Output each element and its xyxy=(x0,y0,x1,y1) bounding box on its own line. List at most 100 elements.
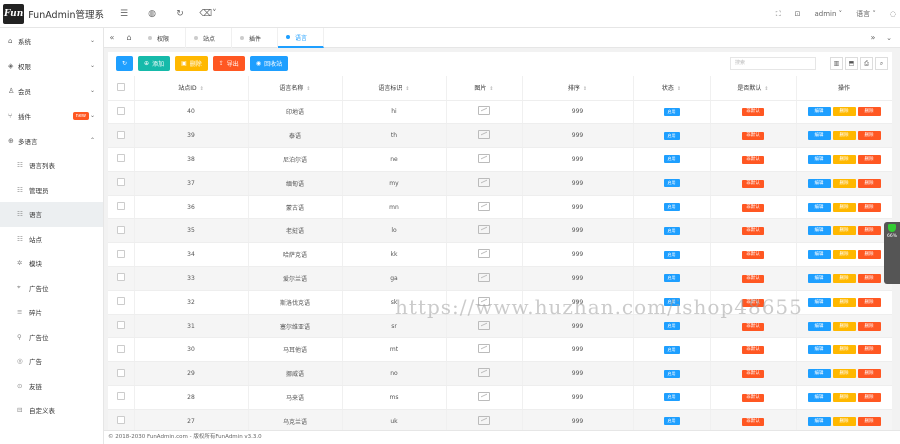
sidebar-item-system[interactable]: ⌂ 系统 ⌄ xyxy=(0,28,103,53)
destroy-button[interactable]: 删除 xyxy=(857,250,881,260)
row-select-cell[interactable] xyxy=(108,242,135,268)
image-placeholder-icon[interactable] xyxy=(478,391,490,401)
edit-button[interactable]: 编辑 xyxy=(807,202,831,212)
destroy-button[interactable]: 删除 xyxy=(857,416,881,426)
row-select-cell[interactable] xyxy=(108,337,135,363)
sidebar-item-auth[interactable]: ◈ 权限 ⌄ xyxy=(0,53,103,78)
print-icon[interactable]: ⎙ xyxy=(860,57,873,70)
destroy-button[interactable]: 删除 xyxy=(857,202,881,212)
edit-button[interactable]: 编辑 xyxy=(807,273,831,283)
row-select-cell[interactable] xyxy=(108,218,135,244)
default-toggle[interactable]: 非默认 xyxy=(742,132,764,141)
delete-button[interactable]: 删除 xyxy=(832,369,856,379)
sidebar-sub-adpos-2[interactable]: ⚲ 广告位 xyxy=(0,325,103,350)
sort-icon[interactable]: ⇕ xyxy=(405,86,409,92)
delete-button[interactable]: 删除 xyxy=(832,178,856,188)
sidebar-sub-admin[interactable]: ☷ 管理员 xyxy=(0,178,103,203)
row-select-cell[interactable] xyxy=(108,123,135,149)
col-image[interactable]: 图片 ⇕ xyxy=(446,76,523,101)
edit-button[interactable]: 编辑 xyxy=(807,369,831,379)
tab-language[interactable]: 语言 xyxy=(278,28,324,48)
destroy-button[interactable]: 删除 xyxy=(857,392,881,402)
status-switch[interactable]: 启用 xyxy=(663,107,680,116)
tab-scroll-left-icon[interactable]: « xyxy=(104,28,120,48)
delete-button[interactable]: ▣ 删除 xyxy=(175,56,208,71)
default-toggle[interactable]: 非默认 xyxy=(742,322,764,331)
delete-button[interactable]: 删除 xyxy=(832,416,856,426)
destroy-button[interactable]: 删除 xyxy=(857,107,881,117)
delete-button[interactable]: 删除 xyxy=(832,107,856,117)
edit-button[interactable]: 编辑 xyxy=(807,345,831,355)
col-id[interactable]: 站点ID ⇕ xyxy=(134,76,249,101)
sort-icon[interactable]: ⇕ xyxy=(306,86,310,92)
edit-button[interactable]: 编辑 xyxy=(807,131,831,141)
tab-site[interactable]: 站点 xyxy=(186,28,232,48)
sidebar-sub-module[interactable]: ✲ 模块 xyxy=(0,251,103,276)
delete-button[interactable]: 删除 xyxy=(832,226,856,236)
tab-menu-chevron-icon[interactable]: ⌄ xyxy=(882,28,896,48)
destroy-button[interactable]: 删除 xyxy=(857,369,881,379)
lock-icon[interactable]: ⊡ xyxy=(795,10,801,18)
sort-icon[interactable]: ⇕ xyxy=(677,86,681,92)
sidebar-sub-site[interactable]: ☷ 站点 xyxy=(0,227,103,252)
row-checkbox[interactable] xyxy=(116,154,125,163)
image-placeholder-icon[interactable] xyxy=(478,272,490,282)
row-select-cell[interactable] xyxy=(108,171,135,196)
row-checkbox[interactable] xyxy=(116,225,125,234)
export-icon[interactable]: ⬒ xyxy=(845,57,858,70)
row-checkbox[interactable] xyxy=(116,273,125,282)
float-widget[interactable]: 66% xyxy=(884,222,900,284)
user-menu[interactable]: admin ˅ xyxy=(814,10,842,18)
row-checkbox[interactable] xyxy=(116,249,125,258)
row-select-cell[interactable] xyxy=(108,195,135,220)
edit-button[interactable]: 编辑 xyxy=(807,297,831,307)
sort-icon[interactable]: ⇕ xyxy=(200,86,204,92)
sidebar-sub-ad[interactable]: ◎ 广告 xyxy=(0,349,103,374)
globe-icon[interactable]: ◍ xyxy=(138,9,166,19)
select-all-checkbox[interactable] xyxy=(116,82,125,91)
default-toggle[interactable]: 非默认 xyxy=(742,274,764,283)
delete-button[interactable]: 删除 xyxy=(832,321,856,331)
image-placeholder-icon[interactable] xyxy=(478,177,490,187)
status-switch[interactable]: 启用 xyxy=(663,155,680,164)
default-toggle[interactable]: 非默认 xyxy=(742,370,764,379)
status-switch[interactable]: 启用 xyxy=(663,393,680,402)
default-toggle[interactable]: 非默认 xyxy=(742,179,764,188)
image-placeholder-icon[interactable] xyxy=(478,153,490,163)
sort-icon[interactable]: ⇕ xyxy=(489,86,493,92)
edit-button[interactable]: 编辑 xyxy=(807,154,831,164)
destroy-button[interactable]: 删除 xyxy=(857,345,881,355)
row-checkbox[interactable] xyxy=(116,178,125,187)
delete-button[interactable]: 删除 xyxy=(832,297,856,307)
edit-button[interactable]: 编辑 xyxy=(807,178,831,188)
status-switch[interactable]: 启用 xyxy=(663,417,680,426)
columns-icon[interactable]: ▥ xyxy=(830,57,843,70)
image-placeholder-icon[interactable] xyxy=(478,296,490,306)
sidebar-item-multilang[interactable]: ⊕ 多语言 ⌃ xyxy=(0,128,103,153)
row-select-cell[interactable] xyxy=(108,266,135,291)
search-icon[interactable]: ⌕ xyxy=(875,57,888,70)
sidebar-sub-links[interactable]: ⊙ 友链 xyxy=(0,374,103,399)
status-switch[interactable]: 启用 xyxy=(663,179,680,188)
image-placeholder-icon[interactable] xyxy=(478,225,490,235)
default-toggle[interactable]: 非默认 xyxy=(742,346,764,355)
row-select-cell[interactable] xyxy=(108,290,135,315)
tab-auth[interactable]: 权限 xyxy=(140,28,186,48)
row-select-cell[interactable] xyxy=(108,314,135,339)
menu-toggle-icon[interactable]: ☰ xyxy=(110,9,138,19)
row-select-cell[interactable] xyxy=(108,100,135,125)
row-select-cell[interactable] xyxy=(108,409,135,430)
row-checkbox[interactable] xyxy=(116,392,125,401)
image-placeholder-icon[interactable] xyxy=(478,344,490,354)
col-status[interactable]: 状态 ⇕ xyxy=(633,76,711,101)
status-switch[interactable]: 启用 xyxy=(663,250,680,259)
col-code[interactable]: 语言标识 ⇕ xyxy=(342,76,447,101)
destroy-button[interactable]: 删除 xyxy=(857,321,881,331)
row-checkbox[interactable] xyxy=(116,368,125,377)
edit-button[interactable]: 编辑 xyxy=(807,416,831,426)
sidebar-sub-adpos[interactable]: ⌖ 广告位 xyxy=(0,276,103,301)
edit-button[interactable]: 编辑 xyxy=(807,226,831,236)
row-checkbox[interactable] xyxy=(116,416,125,425)
status-switch[interactable]: 启用 xyxy=(663,226,680,235)
destroy-button[interactable]: 删除 xyxy=(857,226,881,236)
